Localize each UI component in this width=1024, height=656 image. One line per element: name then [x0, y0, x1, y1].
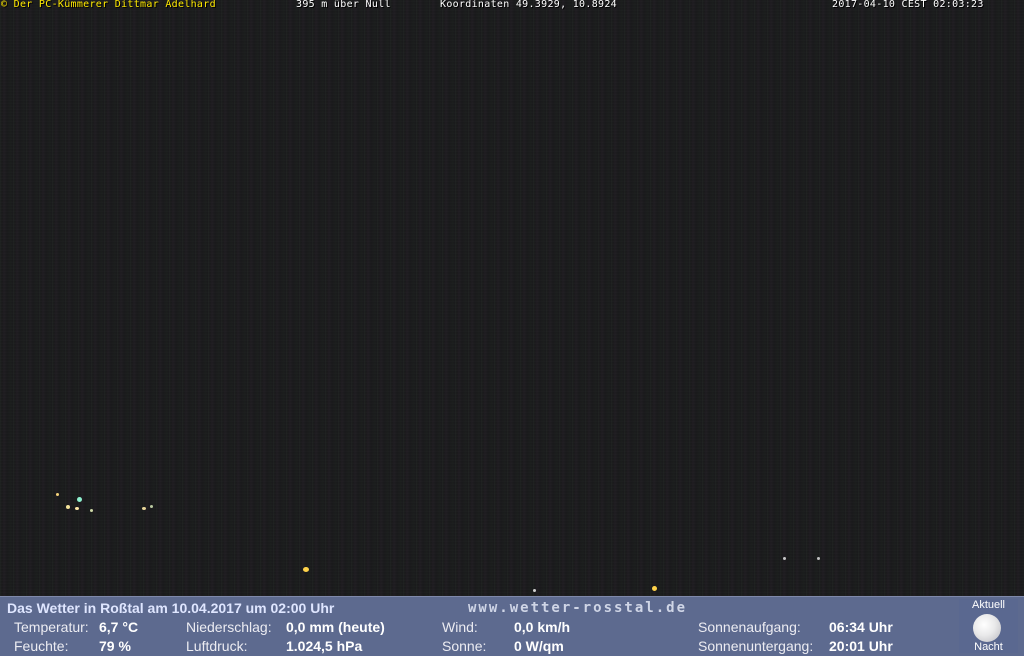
sun-label: Sonne: — [442, 638, 487, 654]
pressure-label: Luftdruck: — [186, 638, 248, 654]
town-light — [75, 507, 79, 510]
humidity-value: 79 % — [99, 638, 131, 654]
town-light — [783, 557, 786, 560]
timestamp-text: 2017-04-10 CEST 02:03:23 — [832, 0, 984, 10]
sunrise-label: Sonnenaufgang: — [698, 619, 801, 635]
moon-icon — [973, 614, 1001, 642]
weather-title: Das Wetter in Roßtal am 10.04.2017 um 02… — [7, 600, 335, 616]
temperature-label: Temperatur: — [14, 619, 89, 635]
town-light — [817, 557, 820, 560]
sunset-value: 20:01 Uhr — [829, 638, 893, 654]
precipitation-value: 0,0 mm (heute) — [286, 619, 385, 635]
town-light — [56, 493, 59, 496]
moon-night-label: Nacht — [974, 641, 1003, 653]
wind-label: Wind: — [442, 619, 478, 635]
town-light — [652, 586, 657, 591]
webcam-frame: © Der PC-Kümmerer Dittmar Adelhard 395 m… — [0, 0, 1024, 656]
town-light — [150, 505, 153, 508]
town-light — [142, 507, 146, 510]
moon-phase-box: Aktuell Nacht — [959, 599, 1018, 653]
altitude-text: 395 m über Null — [296, 0, 391, 10]
pressure-value: 1.024,5 hPa — [286, 638, 363, 654]
copyright-text: © Der PC-Kümmerer Dittmar Adelhard — [1, 0, 216, 10]
town-light — [90, 509, 93, 512]
moon-current-label: Aktuell — [971, 599, 1006, 611]
weather-panel: Das Wetter in Roßtal am 10.04.2017 um 02… — [0, 596, 1024, 656]
sunset-label: Sonnenuntergang: — [698, 638, 814, 654]
website-link[interactable]: www.wetter-rosstal.de — [468, 599, 687, 617]
camera-info-overlay: © Der PC-Kümmerer Dittmar Adelhard 395 m… — [0, 0, 1024, 11]
town-light — [77, 497, 82, 502]
temperature-value: 6,7 °C — [99, 619, 139, 635]
humidity-label: Feuchte: — [14, 638, 69, 654]
webcam-night-image — [0, 0, 1024, 596]
precipitation-label: Niederschlag: — [186, 619, 272, 635]
town-light — [66, 505, 70, 509]
sun-value: 0 W/qm — [514, 638, 564, 654]
sunrise-value: 06:34 Uhr — [829, 619, 893, 635]
town-light — [533, 589, 536, 592]
coordinates-text: Koordinaten 49.3929, 10.8924 — [440, 0, 617, 10]
wind-value: 0,0 km/h — [514, 619, 571, 635]
town-light — [303, 567, 309, 572]
